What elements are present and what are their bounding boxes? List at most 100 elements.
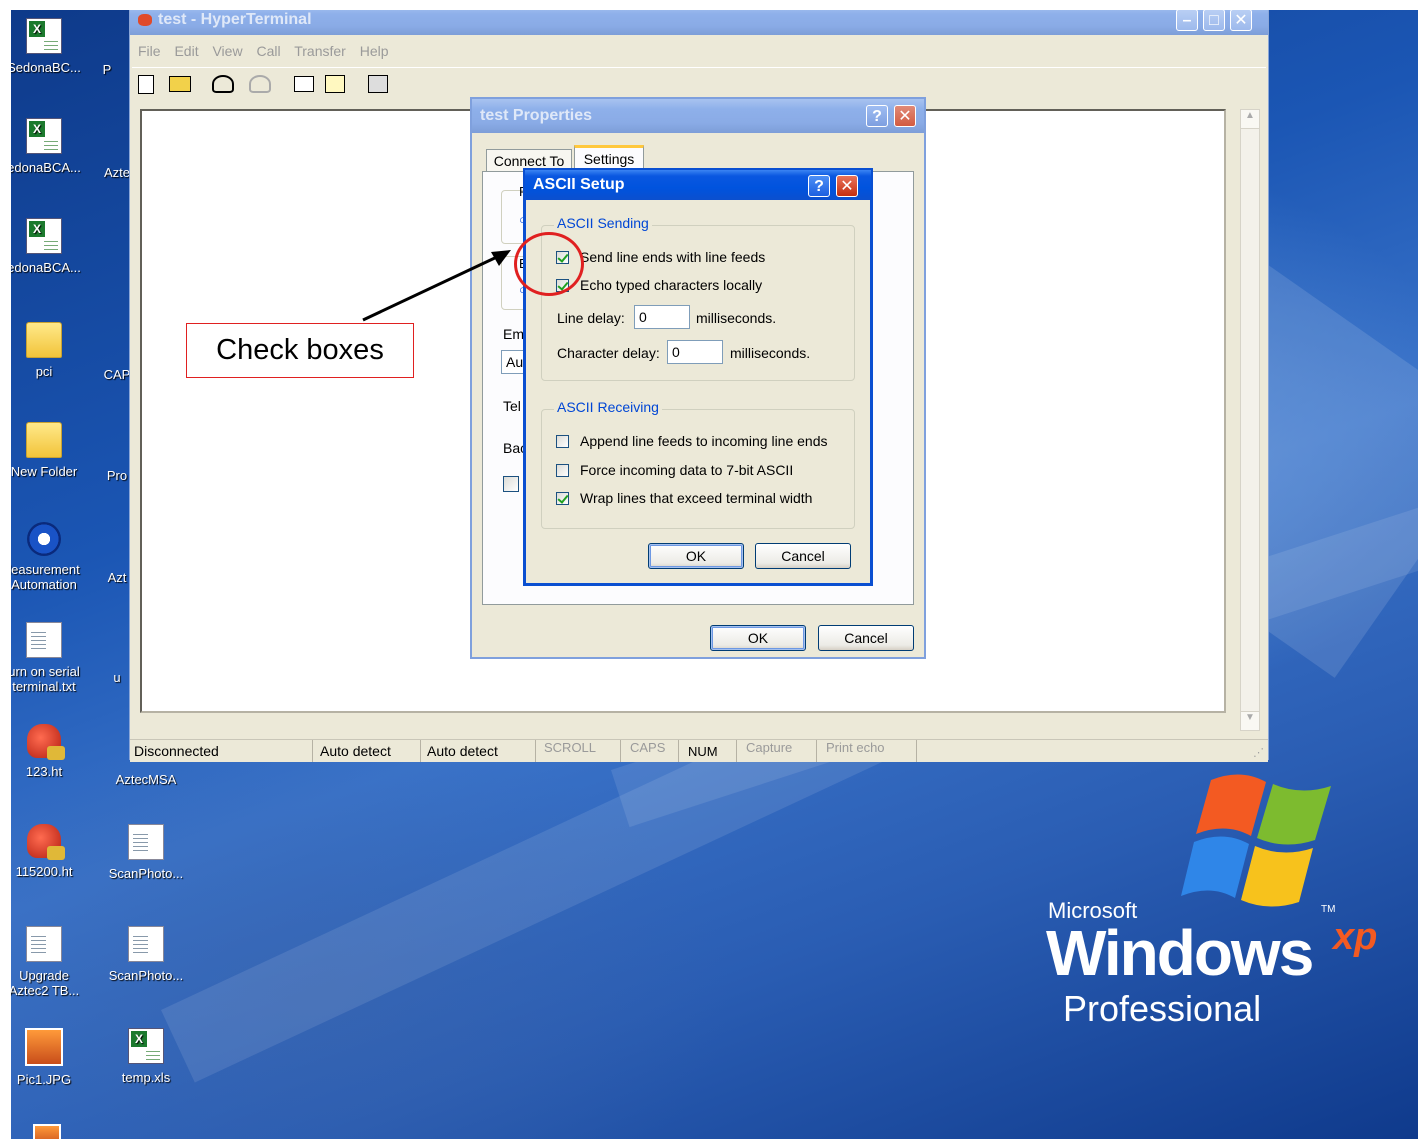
close-button[interactable]: ✕ <box>836 175 858 197</box>
ni-icon <box>27 522 61 556</box>
status-divider <box>620 740 621 762</box>
append-line-feeds-checkbox[interactable] <box>556 435 569 448</box>
jpg-icon[interactable] <box>33 1124 61 1139</box>
line-delay-input[interactable]: 0 <box>634 305 690 329</box>
minimize-icon: – <box>1182 12 1192 29</box>
desktop-icon[interactable]: edonaBCA... <box>11 118 87 175</box>
text-file-icon <box>26 926 62 962</box>
desktop-icon-label: AztecMSA <box>115 772 177 787</box>
text-file-icon <box>128 926 164 962</box>
desktop-icon-label: pci <box>35 364 53 379</box>
desktop: SedonaBC... edonaBCA... edonaBCA... pci … <box>11 10 1418 1139</box>
desktop-icon-label: Upgrade Aztec2 TB... <box>11 968 80 998</box>
status-divider <box>678 740 679 762</box>
desktop-icon[interactable]: leasurement Automation <box>11 522 87 592</box>
close-button[interactable]: ✕ <box>894 105 916 127</box>
maximize-button[interactable]: □ <box>1203 10 1225 31</box>
desktop-icon[interactable]: edonaBCA... <box>11 218 87 275</box>
desktop-icon[interactable]: SedonaBC... <box>11 18 87 75</box>
close-icon: ✕ <box>840 178 854 195</box>
receive-icon[interactable] <box>325 75 346 94</box>
tab-label: Connect To <box>493 153 565 169</box>
excel-icon <box>128 1028 164 1064</box>
menu-call[interactable]: Call <box>256 43 280 59</box>
status-bar: Disconnected Auto detect Auto detect SCR… <box>130 739 1268 762</box>
properties-ok-button[interactable]: OK <box>710 625 806 651</box>
button-label: Cancel <box>781 548 825 564</box>
desktop-icon-label: edonaBCA... <box>11 160 81 175</box>
desktop-icon[interactable]: ScanPhoto... <box>103 926 189 983</box>
desktop-icon-label[interactable]: P <box>77 62 137 77</box>
line-delay-label: Line delay: <box>557 310 625 326</box>
vertical-scrollbar[interactable]: ▲ ▼ <box>1240 109 1260 731</box>
hyperterminal-icon <box>27 824 65 860</box>
disconnect-icon[interactable] <box>249 75 272 94</box>
desktop-icon-label: SedonaBC... <box>11 60 81 75</box>
desktop-icon[interactable]: Pic1.JPG <box>11 1028 87 1087</box>
input-value: 0 <box>639 309 647 325</box>
desktop-icon[interactable]: 115200.ht <box>11 824 87 879</box>
menu-help[interactable]: Help <box>360 43 389 59</box>
desktop-icon-label-text: Pro <box>106 468 128 483</box>
button-label: Cancel <box>844 630 888 646</box>
status-divider <box>312 740 313 762</box>
desktop-icon[interactable]: Upgrade Aztec2 TB... <box>11 926 87 998</box>
partial-checkbox[interactable] <box>503 476 519 492</box>
scroll-up-button[interactable]: ▲ <box>1241 110 1259 129</box>
status-num: NUM <box>688 744 718 759</box>
windows-logo <box>1181 770 1351 910</box>
status-divider <box>535 740 536 762</box>
hyperterminal-titlebar[interactable]: test - HyperTerminal <box>130 10 1268 35</box>
close-button[interactable]: ✕ <box>1230 10 1252 31</box>
group-title: ASCII Sending <box>554 215 652 231</box>
desktop-icon-label: Pic1.JPG <box>16 1072 72 1087</box>
desktop-icon[interactable]: ScanPhoto... <box>103 824 189 881</box>
force-7bit-checkbox[interactable] <box>556 464 569 477</box>
open-icon[interactable] <box>169 76 192 93</box>
tab-label: Settings <box>583 151 635 167</box>
wrap-lines-checkbox[interactable] <box>556 492 569 505</box>
menu-file[interactable]: File <box>138 43 161 59</box>
checkbox-label: Wrap lines that exceed terminal width <box>580 490 813 506</box>
excel-icon <box>26 118 62 154</box>
desktop-icon[interactable]: temp.xls <box>103 1028 189 1085</box>
status-divider <box>736 740 737 762</box>
desktop-icon[interactable]: 123.ht <box>11 724 87 779</box>
hyperterminal-icon <box>27 724 65 760</box>
close-icon: ✕ <box>898 108 912 125</box>
properties-cancel-button[interactable]: Cancel <box>818 625 914 651</box>
desktop-icon[interactable]: urn on serial terminal.txt <box>11 622 87 694</box>
properties-titlebar[interactable]: test Properties <box>472 99 924 133</box>
ascii-ok-button[interactable]: OK <box>648 543 744 569</box>
connect-icon[interactable] <box>212 75 235 94</box>
menu-transfer[interactable]: Transfer <box>294 43 346 59</box>
desktop-icon-label: 115200.ht <box>15 864 73 879</box>
scroll-down-button[interactable]: ▼ <box>1241 711 1259 730</box>
desktop-icon[interactable]: pci <box>11 322 87 379</box>
dialog-title: test Properties <box>480 107 593 124</box>
ascii-cancel-button[interactable]: Cancel <box>755 543 851 569</box>
menu-view[interactable]: View <box>212 43 242 59</box>
send-icon[interactable] <box>294 76 315 93</box>
menu-edit[interactable]: Edit <box>174 43 198 59</box>
new-icon[interactable] <box>138 74 154 94</box>
unit-label: milliseconds. <box>730 345 811 361</box>
resize-grip-icon[interactable]: ⋰ <box>1253 746 1264 759</box>
help-button[interactable]: ? <box>808 175 830 197</box>
desktop-icon-label: edonaBCA... <box>11 260 81 275</box>
help-button[interactable]: ? <box>866 105 888 127</box>
desktop-icon[interactable]: AztecMSA <box>103 772 189 787</box>
properties-icon[interactable] <box>368 75 389 94</box>
window-title: test - HyperTerminal <box>158 11 312 28</box>
desktop-icon[interactable]: New Folder <box>11 422 87 479</box>
character-delay-input[interactable]: 0 <box>667 340 723 364</box>
maximize-icon: □ <box>1209 12 1219 29</box>
ascii-setup-dialog[interactable]: ASCII Setup ? ✕ ASCII Sending Send line … <box>523 168 873 586</box>
button-label: OK <box>747 630 769 646</box>
desktop-icon-label-text: CAP <box>103 367 131 382</box>
status-divider <box>420 740 421 762</box>
brand-windows: Windows <box>1046 917 1314 989</box>
minimize-button[interactable]: – <box>1176 10 1198 31</box>
brand-edition: Professional <box>1063 988 1262 1029</box>
checkbox-label: Send line ends with line feeds <box>580 249 766 265</box>
